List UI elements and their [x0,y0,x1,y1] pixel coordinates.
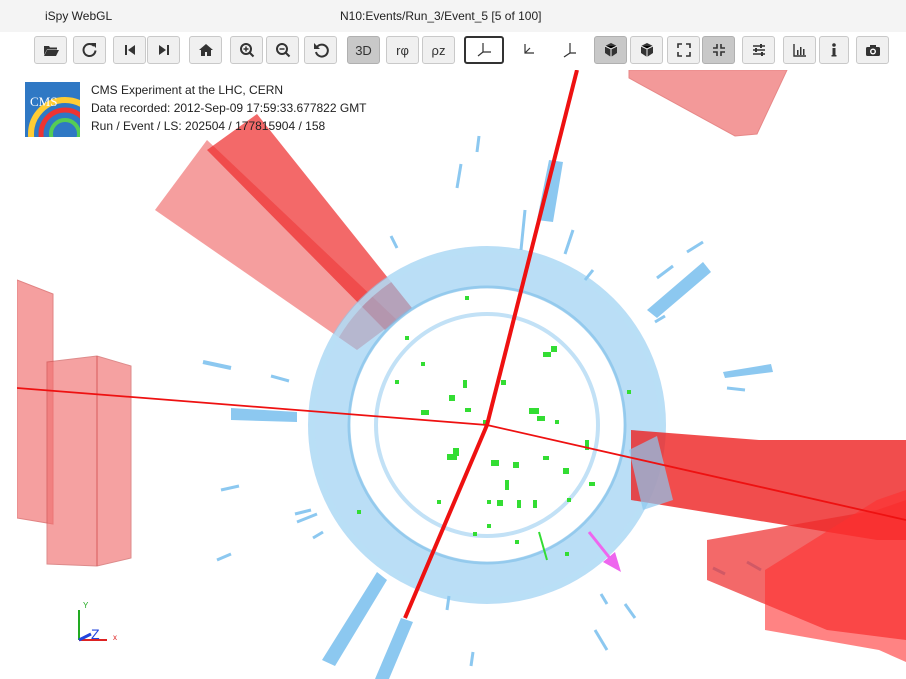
view-xz-button[interactable] [550,36,588,64]
expand-icon [676,43,691,57]
zoom-in-button[interactable] [230,36,263,64]
folder-open-icon [43,46,59,56]
orthographic-button[interactable] [630,36,663,64]
zoom-out-button[interactable] [266,36,299,64]
zoom-out-icon [275,43,290,58]
skip-back-icon [124,45,135,55]
title-bar: iSpy WebGL N10:Events/Run_3/Event_5 [5 o… [0,0,906,33]
toolbar: 3D rφ ρz [0,32,906,70]
charts-button[interactable] [783,36,816,64]
zoom-in-icon [239,43,254,58]
skip-forward-icon [158,45,169,55]
home-view-button[interactable] [189,36,222,64]
axes-xz-icon [563,43,576,58]
previous-event-button[interactable] [113,36,146,64]
exit-fullscreen-button[interactable] [702,36,735,64]
view-3d-button[interactable]: 3D [347,36,380,64]
info-button[interactable] [819,36,849,64]
axis-y-label: Y [83,601,89,610]
bar-chart-icon [792,44,806,57]
fullscreen-button[interactable] [667,36,700,64]
axes-indicator: Y Z x [78,601,117,642]
recorded-timestamp: Data recorded: 2012-Sep-09 17:59:33.6778… [91,101,367,115]
open-file-button[interactable] [34,36,67,64]
app-name: iSpy WebGL [45,9,113,23]
event-path: N10:Events/Run_3/Event_5 [5 of 100] [340,9,542,23]
view-rphi-button[interactable]: rφ [386,36,419,64]
axis-x-label: x [113,633,117,642]
sliders-icon [752,44,765,56]
cube-ortho-icon [640,43,653,57]
cms-logo: CMS [25,82,80,137]
cube-perspective-icon [604,43,617,57]
undo-icon [313,43,329,58]
reset-view-button[interactable] [304,36,337,64]
left-muon-chambers [17,279,132,567]
controls-button[interactable] [742,36,775,64]
run-event-ls: Run / Event / LS: 202504 / 177815904 / 1… [91,119,326,133]
event-display-scene[interactable]: Y Z x [17,70,906,679]
compress-icon [712,44,725,56]
cms-logo-text: CMS [30,94,57,109]
info-icon [831,43,837,57]
axes-yz-icon [524,44,534,54]
axes-xy-icon [477,43,491,57]
reload-icon [82,43,96,57]
event-display-viewport[interactable]: Y Z x [17,70,906,679]
home-icon [198,44,213,56]
right-muon-chambers [629,430,906,662]
view-xy-button[interactable] [464,36,504,64]
screenshot-button[interactable] [856,36,889,64]
reload-button[interactable] [73,36,106,64]
perspective-button[interactable] [594,36,627,64]
experiment-label: CMS Experiment at the LHC, CERN [91,83,284,97]
view-yz-button[interactable] [509,36,547,64]
axis-z-label: Z [91,626,100,642]
view-rhoz-button[interactable]: ρz [422,36,455,64]
camera-icon [865,45,880,56]
next-event-button[interactable] [147,36,180,64]
upper-right-muon-chamber [628,70,788,137]
